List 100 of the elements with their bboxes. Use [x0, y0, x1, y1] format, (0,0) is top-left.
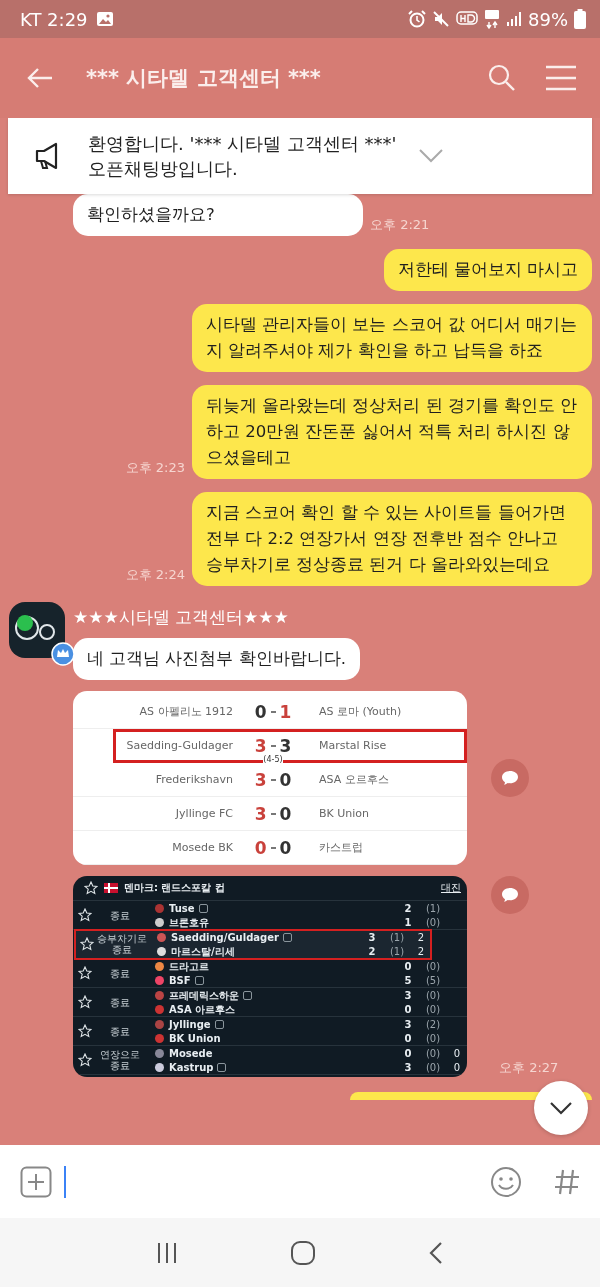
sent-message: 저한테 물어보지 마시고 — [383, 249, 592, 291]
penalty-score: 2 — [416, 931, 426, 943]
alarm-icon — [408, 10, 426, 28]
score-screenshot[interactable] — [73, 876, 467, 1077]
score-separator — [270, 744, 276, 747]
half-time-score: (1) — [388, 946, 406, 957]
penalty-score: 0 — [452, 1047, 462, 1059]
penalty-score: 0 — [452, 1061, 462, 1073]
search-button[interactable] — [488, 64, 516, 92]
star-icon[interactable] — [78, 1024, 92, 1038]
image-icon — [95, 11, 114, 27]
chevron-icon — [418, 148, 444, 164]
sender-name: ★★★시타델 고객센터★★★ — [73, 606, 290, 629]
score: 3 — [279, 735, 292, 756]
match-status: 종료 — [109, 967, 131, 979]
half-time-score: (0) — [424, 917, 442, 928]
signal-icon — [506, 11, 522, 27]
team-name: 카스트럽 — [318, 840, 364, 855]
back-chevron-icon — [428, 1240, 444, 1265]
score: 0 — [403, 1047, 413, 1059]
star-icon[interactable] — [78, 966, 92, 980]
score: 1 — [279, 701, 292, 722]
received-message: 확인하셨을까요? — [73, 194, 363, 236]
score: 0 — [254, 837, 267, 858]
bracket-link[interactable]: 대진 — [441, 881, 467, 895]
match-status: 연장으로 종료 — [99, 1049, 141, 1071]
team-name: Mosede — [169, 1047, 213, 1059]
team-name: ASA 아르후스 — [169, 1002, 236, 1017]
message-time: 오후 2:27 — [499, 1059, 559, 1077]
match-status: 종료 — [109, 909, 131, 921]
team-name: Mosede BK — [171, 841, 233, 854]
half-time-score: (2) — [424, 1018, 442, 1030]
half-time-score: (0) — [424, 990, 442, 1001]
team-name: 드라고르 — [169, 959, 209, 974]
attach-button[interactable] — [20, 1165, 52, 1198]
score-separator — [270, 812, 276, 815]
chat-title: *** 시타델 고객센터 *** — [86, 65, 322, 92]
sent-message: 지금 스코어 확인 할 수 있는 사이트들 들어가면 전부 다 2:2 연장가서 연장 전후반 점수 안나고 승부차기로 정상종료 된거 다 올라와있는데요 — [192, 492, 592, 586]
back-nav-button[interactable] — [428, 1240, 444, 1265]
half-time-score: (5) — [424, 974, 442, 986]
sent-message: 시타델 관리자들이 보는 스코어 값 어디서 매기는지 알려주셔야 제가 확인을 하고 납득을 하죠 — [192, 304, 592, 372]
back-button[interactable] — [26, 66, 54, 90]
team-name: Tuse — [169, 902, 195, 914]
team-name: Jyllinge FC — [174, 807, 233, 820]
score: 3 — [254, 735, 267, 756]
score: 0 — [254, 701, 267, 722]
share-button[interactable] — [491, 759, 529, 797]
score: 0 — [279, 837, 292, 858]
emoji-icon — [490, 1165, 522, 1198]
half-time-score: (0) — [424, 961, 442, 972]
home-button[interactable] — [290, 1239, 316, 1266]
score: 0 — [279, 803, 292, 824]
menu-icon — [546, 65, 576, 91]
share-button[interactable] — [491, 876, 529, 914]
star-icon[interactable] — [78, 995, 92, 1009]
score: 1 — [403, 917, 413, 928]
hd-icon — [456, 11, 478, 27]
hashtag-button[interactable] — [554, 1167, 580, 1196]
sent-message: 뒤늦게 올라왔는데 정상처리 된 경기를 확인도 안하고 20만원 잔돈푼 싫어서 적특 처리 하시진 않으셨을테고 — [192, 385, 592, 479]
network-icon — [484, 9, 500, 29]
team-name: Saedding/Guldager — [171, 931, 279, 943]
star-icon[interactable] — [78, 908, 92, 922]
match-status: 승부차기로 종료 — [97, 933, 147, 955]
half-time-score: (0) — [424, 1061, 442, 1073]
star-icon[interactable] — [84, 881, 98, 895]
score: 2 — [367, 946, 377, 957]
chevron-down-icon — [549, 1101, 573, 1115]
recent-apps-icon — [156, 1241, 178, 1264]
score-screenshot[interactable]: AS 아펠리노 1912 0 1 AS 로마 (Youth) Saedding-Guldager 3 3 (4-5) Marstal Rise Frederikshavn 3 0 ASA 오르후스 Jyllinge FC 3 0 BK Union Mosede BK 0 0 카스트럽 — [73, 691, 467, 865]
half-time-score: (0) — [424, 1004, 442, 1015]
message-time: 오후 2:21 — [370, 216, 430, 234]
half-time-score: (0) — [424, 1047, 442, 1059]
received-message: 네 고객님 사진첨부 확인바랍니다. — [73, 638, 360, 680]
half-time-score: (1) — [424, 902, 442, 914]
crown-badge-icon — [51, 642, 75, 666]
match-status: 종료 — [109, 996, 131, 1008]
scroll-down-button[interactable] — [534, 1081, 588, 1135]
notice-text: 환영합니다. '*** 시타델 고객센터 ***' 오픈채팅방입니다. — [88, 132, 398, 181]
team-name: 프레데릭스하운 — [169, 988, 239, 1003]
back-arrow-icon — [26, 66, 54, 90]
flag-icon — [104, 883, 118, 893]
score: 3 — [254, 803, 267, 824]
team-name: 마르스탈/리세 — [171, 944, 235, 959]
star-icon[interactable] — [78, 1053, 92, 1067]
team-name: BSF — [169, 974, 191, 986]
mute-icon — [432, 10, 450, 28]
team-name: AS 로마 (Youth) — [318, 704, 403, 719]
penalty-score: (4-5) — [263, 754, 283, 764]
score: 5 — [403, 974, 413, 986]
team-name: Kastrup — [169, 1061, 214, 1073]
recent-apps-button[interactable] — [156, 1241, 178, 1264]
team-name: BK Union — [169, 1032, 221, 1044]
battery-percent: 89% — [528, 8, 568, 30]
team-name: Marstal Rise — [318, 739, 388, 752]
match-status: 종료 — [109, 1025, 131, 1037]
star-icon[interactable] — [80, 937, 94, 951]
menu-button[interactable] — [546, 65, 576, 91]
score: 3 — [403, 990, 413, 1001]
emoji-button[interactable] — [490, 1165, 522, 1198]
league-name: 덴마크: 랜드스포칼 컵 — [124, 881, 226, 895]
